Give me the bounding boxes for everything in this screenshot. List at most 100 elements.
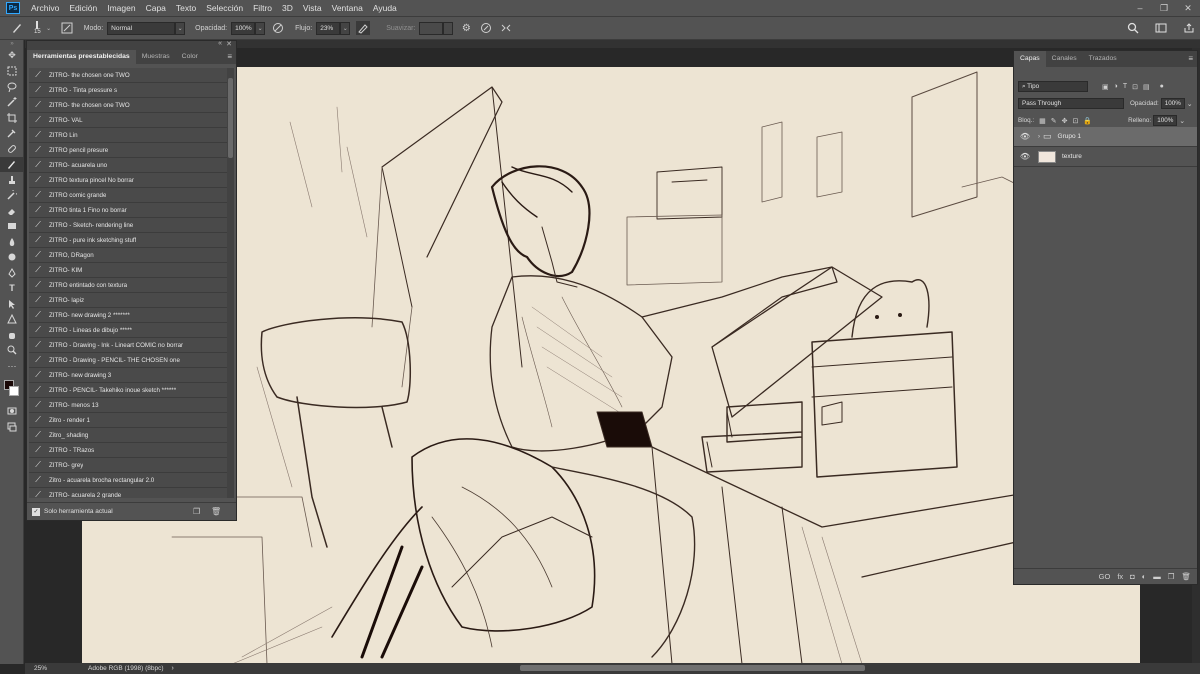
airbrush-icon[interactable] [356,21,371,35]
filter-shape-icon[interactable]: ⊡ [1132,83,1138,91]
gear-icon[interactable]: ⚙ [459,21,473,35]
adjustment-layer-icon[interactable]: ◐ [1142,572,1147,581]
preset-item[interactable]: ⟋ Zitro_ shading [29,428,227,443]
preset-item[interactable]: ⟋ ZITRO- the chosen one TWO [29,98,227,113]
preset-item[interactable]: ⟋ ZITRO - Tinta pressure s [29,83,227,98]
blend-mode-select[interactable]: Pass Through [1018,98,1124,109]
brush-tool-icon[interactable] [0,156,24,172]
lock-artboard-icon[interactable]: ⊡ [1072,117,1078,125]
preset-item[interactable]: ⟋ ZITRO, DRagon [29,248,227,263]
menu-archivo[interactable]: Archivo [26,0,64,16]
filter-smart-object-icon[interactable]: ▤ [1143,83,1150,91]
add-mask-icon[interactable]: ◘ [1130,572,1135,581]
healing-brush-tool-icon[interactable] [0,141,24,157]
opacity-field[interactable]: 100% [231,21,256,35]
tab-layers[interactable]: Capas [1014,51,1046,67]
lock-transparency-icon[interactable]: ▦ [1039,117,1046,125]
close-panel-icon[interactable]: ✕ [226,40,232,48]
panel-menu-icon[interactable]: ≡ [227,52,232,61]
delete-layer-icon[interactable]: 🗑 [1181,572,1191,581]
pressure-opacity-icon[interactable] [271,21,285,35]
layer-filter-select[interactable]: ⌕ Tipo [1018,81,1088,92]
status-menu-chevron-icon[interactable]: › [172,665,174,672]
share-icon[interactable] [1182,21,1196,35]
preset-item[interactable]: ⟋ ZITRO comic grande [29,188,227,203]
zoom-tool-icon[interactable] [0,343,24,359]
menu-capa[interactable]: Capa [141,0,171,16]
mode-select[interactable]: Normal [107,21,176,35]
menu-vista[interactable]: Vista [298,0,327,16]
trash-icon[interactable]: 🗑 [211,507,221,516]
presets-scrollbar[interactable] [227,68,234,498]
menu-3d[interactable]: 3D [277,0,298,16]
preset-item[interactable]: ⟋ ZITRO - Sketch- rendering line [29,218,227,233]
visibility-eye-icon[interactable]: 👁 [1018,152,1032,161]
brush-size-picker[interactable]: 15 [34,21,41,35]
new-group-icon[interactable]: ▬ [1153,572,1161,581]
flow-field[interactable]: 23% [316,21,341,35]
preset-item[interactable]: ⟋ ZITRO- grey [29,458,227,473]
preset-item[interactable]: ⟋ ZITRO - TRazos [29,443,227,458]
menu-ayuda[interactable]: Ayuda [368,0,402,16]
search-icon[interactable] [1126,21,1140,35]
brush-tool-icon[interactable] [10,21,24,35]
preset-item[interactable]: ⟋ ZITRO- new drawing 2 ******* [29,308,227,323]
preset-item[interactable]: ⟋ ZITRO- lapiz [29,293,227,308]
eraser-tool-icon[interactable] [0,203,24,219]
preset-item[interactable]: ⟋ ZITRO textura pincel No borrar [29,173,227,188]
more-tools-icon[interactable]: ··· [0,358,24,374]
tab-tool-presets[interactable]: Herramientas preestablecidas [27,50,136,64]
crop-tool-icon[interactable] [0,110,24,126]
history-brush-tool-icon[interactable] [0,188,24,204]
mode-dropdown-icon[interactable]: ⌄ [175,21,186,35]
filter-adjustment-icon[interactable]: ◑ [1114,83,1118,90]
preset-item[interactable]: ⟋ ZITRO tinta 1 Fino no borrar [29,203,227,218]
panel-collapse-icon[interactable]: » [0,40,24,48]
lasso-tool-icon[interactable] [0,79,24,95]
menu-edicion[interactable]: Edición [64,0,102,16]
layer-row-texture[interactable]: 👁 texture [1014,147,1197,167]
layer-row-group-1[interactable]: 👁 › ▭ Grupo 1 [1014,127,1197,147]
menu-imagen[interactable]: Imagen [102,0,140,16]
restore-button[interactable]: ❐ [1152,0,1176,16]
pen-tool-icon[interactable] [0,265,24,281]
preset-item[interactable]: ⟋ ZITRO - Drawing - PENCIL- THE CHOSEN on… [29,353,227,368]
clone-stamp-tool-icon[interactable] [0,172,24,188]
preset-item[interactable]: ⟋ ZITRO Lin [29,128,227,143]
preset-item[interactable]: ⟋ ZITRO- menos 13 [29,398,227,413]
tab-swatches[interactable]: Muestras [136,50,176,64]
shape-tool-icon[interactable] [0,312,24,328]
preset-item[interactable]: ⟋ ZITRO- VAL [29,113,227,128]
new-layer-icon[interactable]: ❐ [1168,572,1175,581]
filter-pixel-icon[interactable]: ▣ [1102,83,1109,91]
tab-channels[interactable]: Canales [1046,51,1083,67]
flow-dropdown-icon[interactable]: ⌄ [340,21,351,35]
preset-item[interactable]: ⟋ ZITRO - Drawing - Ink - Lineart COMIC n… [29,338,227,353]
preset-item[interactable]: ⟋ ZITRO pencil presure [29,143,227,158]
layer-opacity-field[interactable]: 100% [1160,98,1185,109]
tab-color[interactable]: Color [176,50,204,64]
background-color-swatch[interactable] [9,385,19,396]
preset-item[interactable]: ⟋ Zitro - acuarela brocha rectangular 2.0 [29,473,227,488]
preset-item[interactable]: ⟋ Zitro - render 1 [29,413,227,428]
preset-item[interactable]: ⟋ ZITRO- acuarela 2 grande [29,488,227,498]
filter-type-icon[interactable]: T [1123,83,1127,90]
current-tool-checkbox[interactable]: ✓ [32,507,40,516]
menu-seleccion[interactable]: Selección [201,0,248,16]
blur-tool-icon[interactable] [0,234,24,250]
layers-menu-icon[interactable]: ≡ [1188,54,1193,63]
symmetry-icon[interactable] [499,21,513,35]
lock-pixels-icon[interactable]: ✎ [1051,117,1057,125]
hand-tool-icon[interactable] [0,327,24,343]
brush-size-dropdown-icon[interactable]: ⌄ [44,22,54,35]
minimize-button[interactable]: – [1128,0,1152,16]
group-expand-chevron-icon[interactable]: › [1038,134,1040,140]
pressure-size-icon[interactable] [479,21,493,35]
link-layers-icon[interactable]: GO [1099,572,1111,581]
fx-icon[interactable]: fx [1117,572,1123,581]
marquee-tool-icon[interactable] [0,64,24,80]
opacity-dropdown-icon[interactable]: ⌄ [1187,100,1193,108]
path-selection-tool-icon[interactable] [0,296,24,312]
magic-wand-tool-icon[interactable] [0,95,24,111]
preset-item[interactable]: ⟋ ZITRO - pure ink sketching stuff [29,233,227,248]
